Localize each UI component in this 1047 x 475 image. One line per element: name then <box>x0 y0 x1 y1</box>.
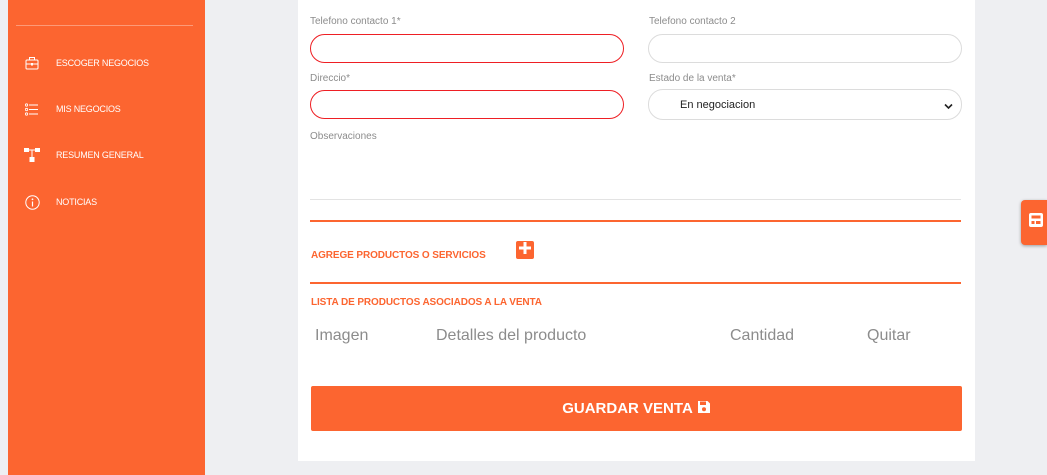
telefono-2-input[interactable] <box>648 34 962 63</box>
telefono-2-label: Telefono contacto 2 <box>649 16 736 27</box>
sale-form-card: Telefono contacto 1* Telefono contacto 2… <box>298 0 975 461</box>
cash-register-icon <box>1029 213 1043 232</box>
save-sale-button[interactable]: GUARDAR VENTA <box>311 386 962 431</box>
direccion-label: Direccio* <box>310 73 351 84</box>
observaciones-textarea[interactable] <box>310 146 961 198</box>
chevron-down-icon <box>944 101 953 113</box>
sidebar-item-label: ESCOGER NEGOCIOS <box>56 58 149 68</box>
list-icon <box>24 101 40 117</box>
floating-cart-tab[interactable] <box>1021 200 1047 245</box>
product-list-title: LISTA DE PRODUCTOS ASOCIADOS A LA VENTA <box>311 297 542 308</box>
sitemap-icon <box>24 147 40 163</box>
sidebar-item-label: MIS NEGOCIOS <box>56 104 121 114</box>
estado-venta-value: En negociacion <box>680 98 756 111</box>
sidebar-item-label: RESUMEN GENERAL <box>56 150 144 160</box>
telefono-1-label: Telefono contacto 1* <box>310 16 401 27</box>
column-header-cantidad: Cantidad <box>730 327 795 344</box>
sidebar-item-noticias[interactable]: NOTICIAS <box>24 194 97 210</box>
add-products-title: AGREGE PRODUCTOS O SERVICIOS <box>311 250 486 261</box>
sidebar-item-escoger-negocios[interactable]: ESCOGER NEGOCIOS <box>24 55 149 71</box>
column-header-detalles: Detalles del producto <box>436 327 587 344</box>
plus-icon <box>519 241 531 259</box>
section-divider <box>310 282 961 284</box>
briefcase-icon <box>24 55 40 71</box>
column-header-quitar: Quitar <box>867 327 911 344</box>
sidebar-item-label: NOTICIAS <box>56 197 97 207</box>
estado-venta-label: Estado de la venta* <box>649 73 736 84</box>
column-header-imagen: Imagen <box>315 327 369 344</box>
sidebar: ESCOGER NEGOCIOS MIS NEGOCIOS RESUMEN GE… <box>8 0 205 475</box>
sidebar-item-resumen-general[interactable]: RESUMEN GENERAL <box>24 147 144 163</box>
add-product-button[interactable] <box>516 241 534 259</box>
estado-venta-select[interactable]: En negociacion <box>648 89 962 120</box>
info-icon <box>24 194 40 210</box>
sidebar-divider <box>16 25 193 26</box>
direccion-input[interactable] <box>310 90 624 119</box>
telefono-1-input[interactable] <box>310 34 624 63</box>
observaciones-underline <box>310 199 961 200</box>
section-divider <box>310 220 961 222</box>
floppy-disk-icon <box>693 400 711 418</box>
sidebar-item-mis-negocios[interactable]: MIS NEGOCIOS <box>24 101 121 117</box>
save-button-label: GUARDAR VENTA <box>562 400 693 417</box>
observaciones-label: Observaciones <box>310 131 377 142</box>
